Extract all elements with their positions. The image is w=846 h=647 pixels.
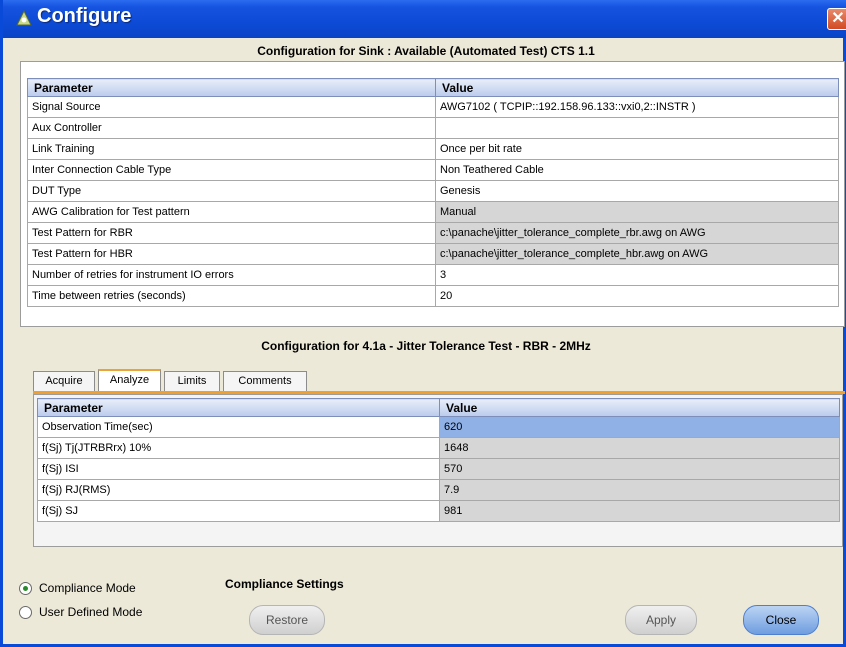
close-button[interactable]: Close bbox=[743, 605, 819, 635]
radio-label: User Defined Mode bbox=[39, 605, 143, 619]
table-row[interactable]: Signal Source AWG7102 ( TCPIP::192.158.9… bbox=[27, 96, 839, 118]
table-row[interactable]: Number of retries for instrument IO erro… bbox=[27, 264, 839, 286]
tab-limits[interactable]: Limits bbox=[164, 371, 220, 392]
tab-analyze[interactable]: Analyze bbox=[98, 369, 161, 392]
param-cell: Test Pattern for HBR bbox=[27, 243, 436, 265]
value-cell[interactable]: c:\panache\jitter_tolerance_complete_rbr… bbox=[435, 222, 839, 244]
table-row[interactable]: Aux Controller bbox=[27, 117, 839, 139]
analyze-table: Parameter Value Observation Time(sec) 62… bbox=[37, 398, 840, 522]
value-cell[interactable]: Manual bbox=[435, 201, 839, 223]
close-window-icon[interactable]: ✕ bbox=[827, 8, 846, 30]
radio-label: Compliance Mode bbox=[39, 581, 136, 595]
tab-comments[interactable]: Comments bbox=[223, 371, 307, 392]
window-title: Configure bbox=[37, 5, 132, 27]
sink-config-table: Parameter Value Signal Source AWG7102 ( … bbox=[27, 78, 839, 307]
value-cell[interactable] bbox=[435, 117, 839, 139]
param-cell: DUT Type bbox=[27, 180, 436, 202]
value-cell[interactable]: 620 bbox=[439, 416, 840, 438]
value-cell[interactable]: Genesis bbox=[435, 180, 839, 202]
value-cell[interactable]: 20 bbox=[435, 285, 839, 307]
table-row[interactable]: f(Sj) ISI 570 bbox=[37, 458, 840, 480]
param-cell: f(Sj) ISI bbox=[37, 458, 440, 480]
param-cell: Inter Connection Cable Type bbox=[27, 159, 436, 181]
param-cell: Test Pattern for RBR bbox=[27, 222, 436, 244]
value-cell[interactable]: 981 bbox=[439, 500, 840, 522]
column-header-parameter[interactable]: Parameter bbox=[27, 78, 436, 97]
column-header-parameter[interactable]: Parameter bbox=[37, 398, 440, 417]
tab-acquire[interactable]: Acquire bbox=[33, 371, 95, 392]
table-row[interactable]: f(Sj) RJ(RMS) 7.9 bbox=[37, 479, 840, 501]
value-cell[interactable]: 7.9 bbox=[439, 479, 840, 501]
table-row[interactable]: AWG Calibration for Test pattern Manual bbox=[27, 201, 839, 223]
value-cell[interactable]: 570 bbox=[439, 458, 840, 480]
table-row[interactable]: Link Training Once per bit rate bbox=[27, 138, 839, 160]
apply-button[interactable]: Apply bbox=[625, 605, 697, 635]
param-cell: Aux Controller bbox=[27, 117, 436, 139]
analyze-panel: Parameter Value Observation Time(sec) 62… bbox=[33, 394, 843, 547]
configure-dialog: Configure ✕ Configuration for Sink : Ava… bbox=[0, 0, 846, 647]
table-row[interactable]: Test Pattern for HBR c:\panache\jitter_t… bbox=[27, 243, 839, 265]
table-row[interactable]: Inter Connection Cable Type Non Teathere… bbox=[27, 159, 839, 181]
param-cell: Time between retries (seconds) bbox=[27, 285, 436, 307]
radio-user-defined-mode[interactable]: User Defined Mode bbox=[19, 605, 142, 619]
column-header-value[interactable]: Value bbox=[439, 398, 840, 417]
test-section-title: Configuration for 4.1a - Jitter Toleranc… bbox=[261, 339, 591, 353]
compliance-settings-label: Compliance Settings bbox=[225, 577, 344, 591]
param-cell: Link Training bbox=[27, 138, 436, 160]
table-row[interactable]: Time between retries (seconds) 20 bbox=[27, 285, 839, 307]
restore-button[interactable]: Restore bbox=[249, 605, 325, 635]
param-cell: Number of retries for instrument IO erro… bbox=[27, 264, 436, 286]
title-bar[interactable]: Configure ✕ bbox=[3, 0, 846, 38]
table-row[interactable]: f(Sj) SJ 981 bbox=[37, 500, 840, 522]
table-row[interactable]: Test Pattern for RBR c:\panache\jitter_t… bbox=[27, 222, 839, 244]
table-row[interactable]: DUT Type Genesis bbox=[27, 180, 839, 202]
radio-compliance-mode[interactable]: Compliance Mode bbox=[19, 581, 136, 595]
value-cell[interactable]: Non Teathered Cable bbox=[435, 159, 839, 181]
value-cell[interactable]: Once per bit rate bbox=[435, 138, 839, 160]
table-row[interactable]: f(Sj) Tj(JTRBRrx) 10% 1648 bbox=[37, 437, 840, 459]
radio-checked-icon[interactable] bbox=[19, 581, 32, 595]
app-icon bbox=[16, 9, 32, 26]
sink-config-panel: Parameter Value Signal Source AWG7102 ( … bbox=[20, 61, 845, 327]
param-cell: Observation Time(sec) bbox=[37, 416, 440, 438]
value-cell[interactable]: 1648 bbox=[439, 437, 840, 459]
param-cell: Signal Source bbox=[27, 96, 436, 118]
table-row[interactable]: Observation Time(sec) 620 bbox=[37, 416, 840, 438]
value-cell[interactable]: c:\panache\jitter_tolerance_complete_hbr… bbox=[435, 243, 839, 265]
radio-unchecked-icon[interactable] bbox=[19, 605, 32, 619]
column-header-value[interactable]: Value bbox=[435, 78, 839, 97]
value-cell[interactable]: AWG7102 ( TCPIP::192.158.96.133::vxi0,2:… bbox=[435, 96, 839, 118]
param-cell: f(Sj) RJ(RMS) bbox=[37, 479, 440, 501]
value-cell[interactable]: 3 bbox=[435, 264, 839, 286]
param-cell: AWG Calibration for Test pattern bbox=[27, 201, 436, 223]
param-cell: f(Sj) SJ bbox=[37, 500, 440, 522]
param-cell: f(Sj) Tj(JTRBRrx) 10% bbox=[37, 437, 440, 459]
sink-section-title: Configuration for Sink : Available (Auto… bbox=[257, 44, 595, 58]
